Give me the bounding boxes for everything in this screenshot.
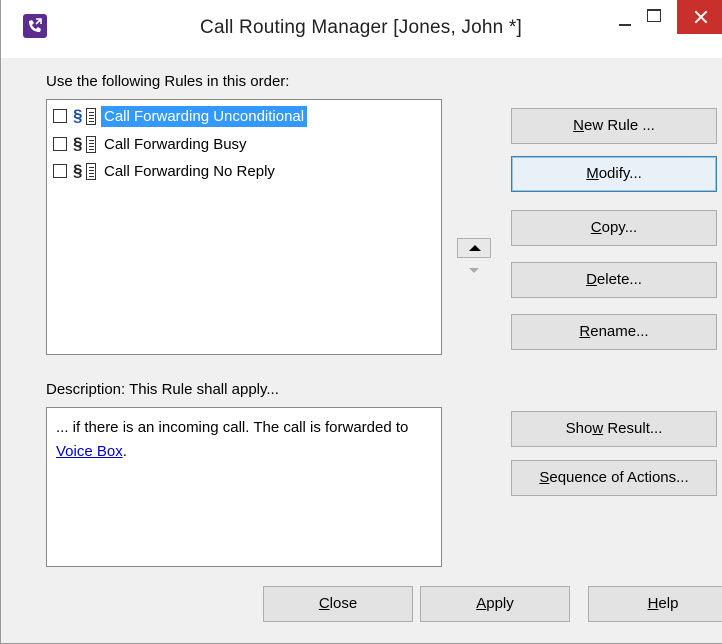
document-icon	[86, 108, 96, 125]
list-item[interactable]: § Call Forwarding No Reply	[53, 161, 433, 183]
rules-heading: Use the following Rules in this order:	[46, 73, 290, 90]
rule-label[interactable]: Call Forwarding No Reply	[101, 161, 278, 182]
description-heading: Description: This Rule shall apply...	[46, 381, 279, 398]
rule-checkbox[interactable]	[53, 164, 67, 178]
description-box: ... if there is an incoming call. The ca…	[46, 407, 442, 567]
apply-button[interactable]: Apply	[420, 586, 570, 622]
description-text: ... if there is an incoming call. The ca…	[56, 419, 409, 436]
list-item[interactable]: § Call Forwarding Busy	[53, 134, 433, 156]
paragraph-icon: §	[73, 161, 83, 180]
rename-button[interactable]: Rename...	[511, 314, 717, 350]
close-window-icon[interactable]	[677, 0, 722, 34]
show-result-button[interactable]: Show Result...	[511, 411, 717, 447]
sequence-of-actions-button[interactable]: Sequence of Actions...	[511, 460, 717, 496]
paragraph-icon: §	[73, 106, 83, 125]
title-bar: Call Routing Manager [Jones, John *]	[1, 0, 722, 58]
copy-button[interactable]: Copy...	[511, 210, 717, 246]
paragraph-icon: §	[73, 134, 83, 153]
maximize-icon[interactable]	[633, 0, 679, 40]
rule-checkbox[interactable]	[53, 137, 67, 151]
document-icon	[86, 163, 96, 180]
dialog-window: Call Routing Manager [Jones, John *] Use…	[0, 0, 722, 644]
move-up-button[interactable]	[457, 238, 491, 258]
voice-box-link[interactable]: Voice Box	[56, 443, 123, 460]
close-button[interactable]: Close	[263, 586, 413, 622]
rule-label[interactable]: Call Forwarding Unconditional	[101, 106, 308, 127]
delete-button[interactable]: Delete...	[511, 262, 717, 298]
list-item[interactable]: § Call Forwarding Unconditional	[53, 106, 433, 128]
rule-label[interactable]: Call Forwarding Busy	[101, 134, 250, 155]
rule-checkbox[interactable]	[53, 109, 67, 123]
description-text-end: .	[122, 443, 127, 460]
modify-button[interactable]: Modify...	[511, 156, 717, 192]
document-icon	[86, 136, 96, 153]
help-button[interactable]: Help	[588, 586, 722, 622]
move-down-button[interactable]	[457, 262, 491, 282]
rules-list[interactable]: § Call Forwarding Unconditional § Call F…	[46, 99, 442, 355]
new-rule-button[interactable]: New Rule ...	[511, 108, 717, 144]
